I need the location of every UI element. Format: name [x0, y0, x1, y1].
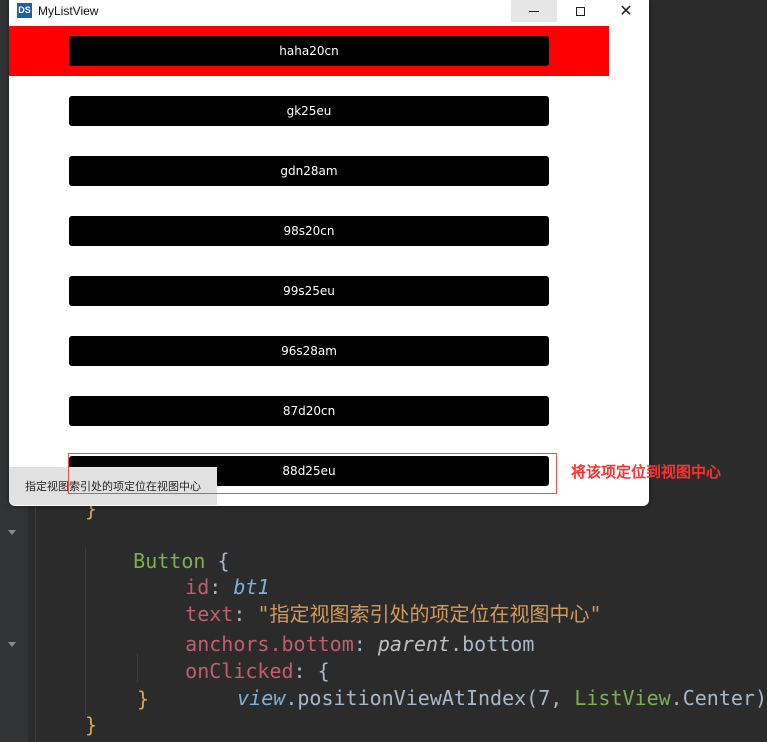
code-bottom: .bottom	[450, 632, 535, 656]
code-listview-class: ListView	[574, 686, 671, 710]
list-row-highlighted[interactable]: haha20cn	[9, 26, 609, 76]
list-item[interactable]: 96s28am	[69, 336, 549, 366]
code-center-arg: .Center)	[670, 686, 767, 710]
close-button[interactable]: ✕	[603, 0, 649, 22]
code-method-call: .positionViewAtIndex(7,	[285, 686, 575, 710]
app-icon: DS	[17, 3, 32, 18]
maximize-icon	[575, 6, 585, 16]
list-view[interactable]: haha20cn gk25eu gdn28am 98s20cn 99s25eu …	[9, 26, 649, 506]
code-line-close-outer: }	[85, 713, 98, 737]
window-title: MyListView	[38, 4, 99, 18]
minimize-icon	[529, 10, 539, 12]
maximize-button[interactable]	[557, 0, 603, 22]
callout-annotation: 将该项定位到视图中心	[571, 463, 722, 481]
list-row[interactable]: gk25eu	[9, 86, 609, 136]
title-bar[interactable]: DS MyListView ✕	[9, 0, 649, 22]
list-row[interactable]: 96s28am	[9, 326, 609, 376]
list-item[interactable]: gdn28am	[69, 156, 549, 186]
list-item[interactable]: gk25eu	[69, 96, 549, 126]
indent-guide	[35, 506, 36, 742]
list-item[interactable]: 87d20cn	[69, 396, 549, 426]
code-parent: parent	[377, 632, 451, 656]
list-item[interactable]: 98s20cn	[69, 216, 549, 246]
list-row[interactable]: 87d20cn	[9, 386, 609, 436]
fold-arrow-icon[interactable]	[8, 530, 16, 535]
close-icon: ✕	[619, 1, 633, 20]
code-line-call: view.positionViewAtIndex(7, ListView.Cen…	[189, 659, 767, 737]
callout-highlight-box	[68, 453, 557, 494]
list-item[interactable]: 99s25eu	[69, 276, 549, 306]
minimize-button[interactable]	[511, 0, 557, 22]
list-row[interactable]: 98s20cn	[9, 206, 609, 256]
list-item[interactable]: haha20cn	[69, 36, 549, 66]
code-colon: :	[353, 632, 378, 656]
app-window: DS MyListView ✕ haha20cn gk25eu gdn28am …	[9, 0, 649, 506]
code-line-close-inner: }	[137, 687, 150, 711]
list-row[interactable]: 99s25eu	[9, 266, 609, 316]
code-view-obj: view	[237, 686, 286, 710]
fold-arrow-icon[interactable]	[8, 642, 16, 647]
list-row[interactable]: gdn28am	[9, 146, 609, 196]
